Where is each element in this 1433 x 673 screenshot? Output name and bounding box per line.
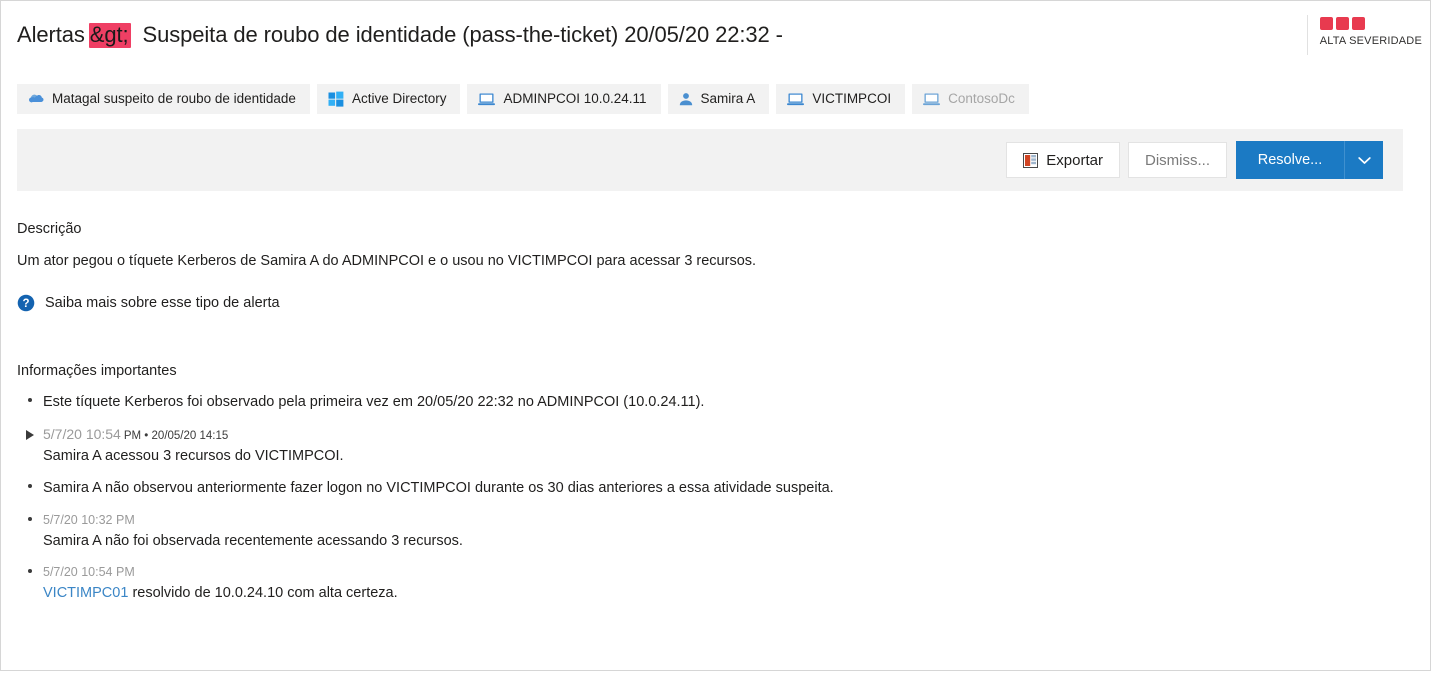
entity-chip-samira-a[interactable]: Samira A: [667, 84, 770, 114]
breadcrumb-separator-highlight: &gt;: [88, 21, 131, 48]
severity-divider: [1306, 15, 1308, 55]
resolve-button[interactable]: Resolve...: [1236, 141, 1344, 179]
action-toolbar: Exportar Dismiss... Resolve...: [17, 129, 1403, 191]
list-item: 5/7/20 10:54 PM VICTIMPC01 resolvido de …: [17, 564, 1414, 603]
important-info-heading: Informações importantes: [17, 363, 177, 380]
page-header: Alertas &gt; Suspeita de roubo de identi…: [1, 1, 1430, 69]
bullet-dot-icon: [17, 564, 43, 574]
description-text: Um ator pegou o tíquete Kerberos de Sami…: [17, 253, 757, 269]
bullet-dot-icon: [17, 512, 43, 521]
list-item-timestamp-detail: PM • 20/05/20 14:15: [123, 429, 229, 442]
list-item-timestamp: 5/7/20 10:54: [43, 425, 121, 442]
entity-chip-matagal[interactable]: Matagal suspeito de roubo de identidade: [17, 84, 310, 114]
bullet-dot-icon: [17, 393, 43, 403]
learn-more-link[interactable]: ? Saiba mais sobre esse tipo de alerta: [17, 294, 280, 312]
expand-arrow-icon[interactable]: [17, 426, 43, 440]
entity-chip-adminpcoi[interactable]: ADMINPCOI 10.0.24.11: [467, 84, 661, 114]
severity-label: ALTA SEVERIDADE: [1319, 35, 1422, 47]
bush-icon: [28, 92, 44, 106]
page-title: Alertas &gt; Suspeita de roubo de identi…: [17, 21, 783, 48]
entity-chip-label: Samira A: [700, 91, 756, 107]
entity-chip-label: ADMINPCOI 10.0.24.11: [503, 91, 647, 107]
dismiss-button[interactable]: Dismiss...: [1128, 142, 1227, 178]
list-item: 5/7/20 10:32 PM Samira A não foi observa…: [17, 512, 1414, 551]
export-button[interactable]: Exportar: [1006, 142, 1120, 178]
computer-icon: [478, 92, 496, 106]
help-circle-icon: ?: [17, 294, 35, 312]
entity-chip-label: ContosoDc: [948, 91, 1015, 107]
chevron-down-icon: [1357, 156, 1371, 165]
list-item-text: Samira A não observou anteriormente faze…: [43, 480, 834, 497]
description-heading: Descrição: [17, 221, 82, 237]
computer-icon: [923, 92, 941, 106]
alert-title: Suspeita de roubo de identidade (pass-th…: [142, 21, 783, 47]
entity-chip-label: VICTIMPCOI: [812, 91, 892, 107]
excel-icon: [1023, 152, 1039, 168]
victimpc01-link[interactable]: VICTIMPC01: [43, 585, 128, 601]
bullet-dot-icon: [17, 479, 43, 489]
severity-bars-icon: [1319, 17, 1365, 30]
resolve-dropdown-button[interactable]: [1345, 141, 1383, 179]
dismiss-button-label: Dismiss...: [1145, 151, 1210, 169]
entity-chip-label: Active Directory: [351, 91, 447, 107]
svg-text:?: ?: [22, 299, 29, 311]
list-item[interactable]: 5/7/20 10:54 PM • 20/05/20 14:15 Samira A…: [17, 426, 1414, 466]
list-item: Samira A não observou anteriormente faze…: [17, 479, 1414, 499]
list-item-text: resolvido de 10.0.24.10 com alta certeza…: [128, 585, 398, 602]
alert-body: Descrição Um ator pegou o tíquete Kerber…: [1, 221, 1430, 604]
learn-more-label: Saiba mais sobre esse tipo de alerta: [45, 295, 280, 312]
breadcrumb[interactable]: Alertas: [17, 23, 85, 46]
list-item-timestamp: 5/7/20 10:32 PM: [43, 512, 135, 527]
entity-chip-contosodc[interactable]: ContosoDc: [912, 84, 1029, 114]
computer-icon: [787, 92, 805, 106]
resolve-button-label: Resolve...: [1257, 152, 1323, 168]
entity-chip-label: Matagal suspeito de roubo de identidade: [52, 91, 296, 107]
resolve-split-button: Resolve...: [1236, 141, 1383, 179]
important-info-list: Este tíquete Kerberos foi observado pela…: [17, 393, 1414, 603]
export-button-label: Exportar: [1046, 151, 1103, 169]
windows-icon: [328, 91, 344, 107]
severity-indicator: ALTA SEVERIDADE: [1306, 15, 1422, 57]
list-item-text: Samira A não foi observada recentemente …: [43, 532, 463, 549]
person-icon: [679, 92, 693, 106]
list-item-timestamp: 5/7/20 10:54 PM: [43, 565, 135, 580]
list-item-text: Este tíquete Kerberos foi observado pela…: [43, 394, 705, 411]
alert-detail-page: Alertas &gt; Suspeita de roubo de identi…: [0, 0, 1431, 671]
entity-chip-victimpcoi[interactable]: VICTIMPCOI: [776, 84, 906, 114]
entity-chip-active-directory[interactable]: Active Directory: [316, 84, 461, 114]
list-item-text: Samira A acessou 3 recursos do VICTIMPCO…: [43, 447, 344, 464]
list-item: Este tíquete Kerberos foi observado pela…: [17, 393, 1414, 413]
entity-chip-bar: Matagal suspeito de roubo de identidade …: [1, 84, 1430, 114]
